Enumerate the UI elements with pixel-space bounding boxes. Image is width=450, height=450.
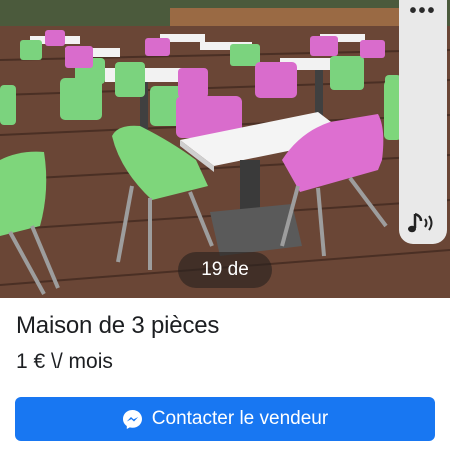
contact-seller-button[interactable]: Contacter le vendeur bbox=[15, 397, 435, 441]
side-panel[interactable]: ••• bbox=[399, 0, 447, 244]
contact-seller-label: Contacter le vendeur bbox=[151, 408, 329, 429]
more-options-icon[interactable]: ••• bbox=[399, 0, 447, 22]
messenger-icon bbox=[122, 409, 143, 430]
listing-title: Maison de 3 pièces bbox=[16, 312, 220, 339]
listing-price: 1 € \/ mois bbox=[16, 350, 113, 373]
listing-photo[interactable]: 19 de bbox=[0, 0, 450, 298]
photo-counter: 19 de bbox=[178, 252, 272, 288]
photo-counter-label: 19 de bbox=[201, 259, 249, 280]
music-sound-icon[interactable] bbox=[407, 210, 439, 238]
